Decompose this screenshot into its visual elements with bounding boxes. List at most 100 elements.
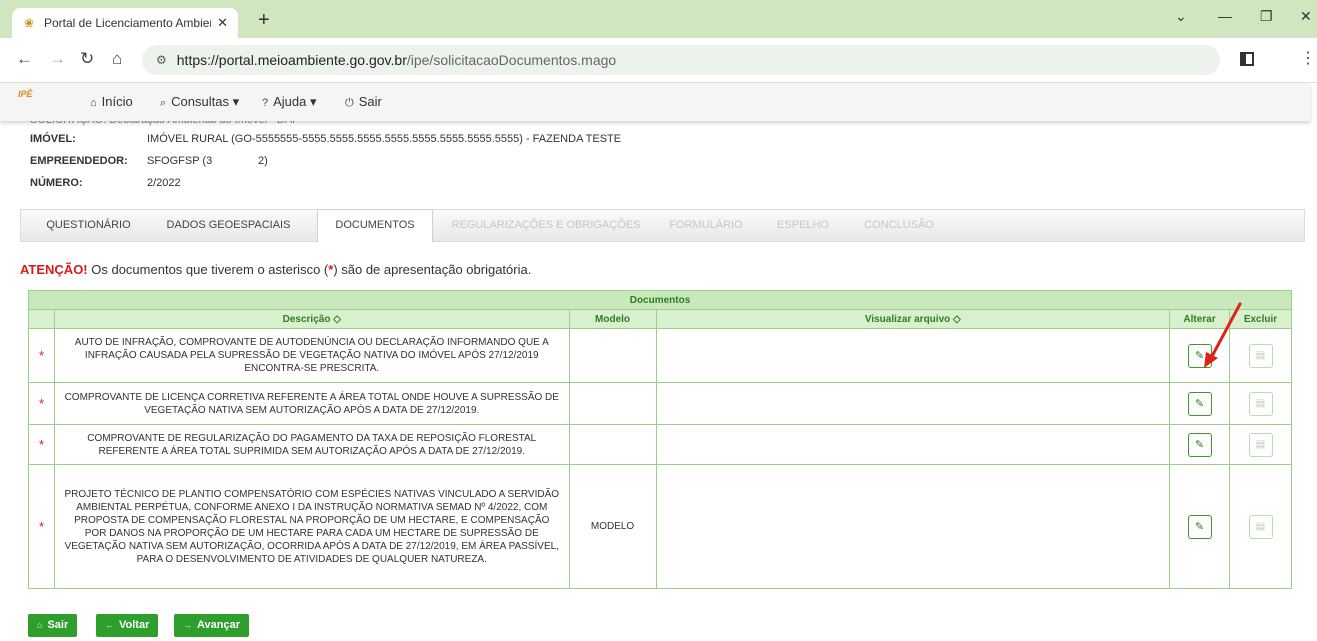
table-row: * COMPROVANTE DE REGULARIZAÇÃO DO PAGAME… — [28, 424, 1292, 465]
warning-prefix: ATENÇÃO! — [20, 262, 88, 277]
required-star: * — [28, 464, 55, 589]
document-model — [568, 382, 657, 425]
warning-text-2: ) são de apresentação obrigatória. — [333, 262, 532, 277]
minimize-icon[interactable]: — — [1218, 8, 1232, 24]
sair-label: Sair — [47, 619, 69, 631]
document-description: AUTO DE INFRAÇÃO, COMPROVANTE DE AUTODEN… — [53, 328, 570, 383]
tab-dados-geoespaciais[interactable]: DADOS GEOESPACIAIS — [151, 210, 306, 241]
ipe-logo[interactable]: IPÊ — [18, 89, 33, 99]
tab-formulario: FORMULÁRIO — [669, 219, 743, 231]
empreendedor-label: EMPREENDEDOR: — [30, 155, 128, 167]
pencil-icon: ✎ — [1194, 520, 1205, 533]
numero-row: NÚMERO: 2/2022 — [30, 177, 181, 189]
table-row: * PROJETO TÉCNICO DE PLANTIO COMPENSATÓR… — [28, 464, 1292, 589]
arrow-left-icon: ← — [105, 620, 114, 630]
browser-tab[interactable]: ❀ Portal de Licenciamento Ambien ✕ — [12, 8, 238, 38]
nav-ajuda[interactable]: ? Ajuda ▾ — [262, 94, 317, 110]
close-window-icon[interactable]: ✕ — [1300, 8, 1312, 25]
trash-icon: ▤ — [1255, 438, 1266, 450]
empreendedor-value: SFOGFSP (3 2) — [147, 155, 268, 167]
nav-sair[interactable]: ⏻ Sair — [345, 94, 382, 110]
required-column-header — [28, 309, 55, 329]
pencil-icon: ✎ — [1194, 397, 1205, 410]
voltar-label: Voltar — [119, 619, 150, 631]
tab-search-icon[interactable]: ⌄ — [1175, 8, 1187, 25]
edit-button[interactable]: ✎ — [1187, 432, 1212, 457]
home-icon[interactable]: ⌂ — [112, 50, 122, 68]
browser-tabbar: ❀ Portal de Licenciamento Ambien ✕ + ⌄ —… — [0, 0, 1317, 38]
document-description: COMPROVANTE DE REGULARIZAÇÃO DO PAGAMENT… — [53, 424, 570, 465]
process-tabs: QUESTIONÁRIO DADOS GEOESPACIAIS DOCUMENT… — [20, 209, 1305, 242]
delete-button: ▤ — [1248, 432, 1273, 457]
document-model-link[interactable]: MODELO — [568, 464, 657, 589]
document-description: PROJETO TÉCNICO DE PLANTIO COMPENSATÓRIO… — [53, 464, 570, 589]
tab-close-icon[interactable]: ✕ — [217, 15, 228, 31]
nav-consultas[interactable]: ⌕ Consultas ▾ — [160, 94, 239, 110]
sidebar-toggle-icon[interactable] — [1240, 52, 1254, 66]
sair-button[interactable]: ⌂ Sair — [28, 614, 78, 637]
numero-value: 2/2022 — [147, 177, 181, 189]
address-bar[interactable]: ⚙ https://portal.meioambiente.go.gov.br /… — [142, 45, 1220, 75]
url-path: /ipe/solicitacaoDocumentos.mago — [406, 52, 617, 68]
empreendedor-row: EMPREENDEDOR: SFOGFSP (3 2) — [30, 155, 268, 167]
nav-ajuda-label: Ajuda ▾ — [273, 94, 317, 109]
required-star: * — [28, 424, 55, 465]
home-icon: ⌂ — [90, 97, 97, 109]
nav-inicio-label: Início — [101, 94, 133, 109]
document-file-cell — [655, 464, 1171, 589]
required-warning: ATENÇÃO! Os documentos que tiverem o ast… — [20, 262, 531, 277]
document-file-cell — [655, 328, 1171, 383]
delete-button: ▤ — [1248, 343, 1273, 368]
trash-icon: ▤ — [1255, 520, 1266, 532]
nav-sair-label: Sair — [358, 94, 382, 109]
edit-button[interactable]: ✎ — [1187, 391, 1212, 416]
tab-questionario[interactable]: QUESTIONÁRIO — [31, 210, 146, 241]
nav-inicio[interactable]: ⌂ Início — [90, 94, 133, 109]
document-file-cell — [655, 382, 1171, 425]
document-description: COMPROVANTE DE LICENÇA CORRETIVA REFEREN… — [53, 382, 570, 425]
trash-icon: ▤ — [1255, 397, 1266, 409]
header-visualizar[interactable]: Visualizar arquivo ◇ — [655, 309, 1171, 329]
table-row: * AUTO DE INFRAÇÃO, COMPROVANTE DE AUTOD… — [28, 328, 1292, 383]
avancar-button[interactable]: → Avançar — [174, 614, 250, 637]
power-icon: ⏻ — [345, 97, 354, 109]
delete-button: ▤ — [1248, 391, 1273, 416]
documents-table: Documentos Descrição ◇ Modelo Visualizar… — [28, 290, 1292, 589]
document-model — [568, 328, 657, 383]
new-tab-button[interactable]: + — [258, 9, 270, 31]
header-descricao[interactable]: Descrição ◇ — [53, 309, 570, 329]
table-caption: Documentos — [28, 290, 1292, 310]
browser-toolbar: ← → ↻ ⌂ ⚙ https://portal.meioambiente.go… — [0, 38, 1317, 83]
numero-label: NÚMERO: — [30, 177, 83, 189]
restore-icon[interactable]: ❐ — [1260, 8, 1273, 25]
pencil-icon: ✎ — [1194, 438, 1205, 451]
back-icon[interactable]: ← — [16, 50, 33, 68]
annotation-arrow-icon — [1204, 302, 1242, 368]
tab-espelho: ESPELHO — [777, 219, 829, 231]
warning-text-1: Os documentos que tiverem o asterisco ( — [87, 262, 329, 277]
imovel-label: IMÓVEL: — [30, 133, 76, 145]
url-host: https://portal.meioambiente.go.gov.br — [176, 52, 407, 68]
app-navbar: IPÊ ⌂ Início ⌕ Consultas ▾ ? Ajuda ▾ ⏻ Sair — [0, 83, 1310, 121]
document-model — [568, 424, 657, 465]
trash-icon: ▤ — [1255, 349, 1266, 361]
reload-icon[interactable]: ↻ — [80, 50, 94, 68]
tab-title: Portal de Licenciamento Ambien — [44, 16, 212, 30]
table-row: * COMPROVANTE DE LICENÇA CORRETIVA REFER… — [28, 382, 1292, 425]
browser-menu-icon[interactable]: ⋮ — [1300, 48, 1316, 68]
home-icon: ⌂ — [37, 620, 43, 630]
imovel-value: IMÓVEL RURAL (GO-5555555-5555.5555.5555.… — [147, 133, 622, 145]
edit-button[interactable]: ✎ — [1187, 514, 1212, 539]
search-icon: ⌕ — [160, 97, 167, 109]
avancar-label: Avançar — [197, 619, 241, 631]
document-file-cell — [655, 424, 1171, 465]
voltar-button[interactable]: ← Voltar — [96, 614, 159, 637]
nav-consultas-label: Consultas ▾ — [171, 94, 240, 109]
tab-documentos[interactable]: DOCUMENTOS — [317, 209, 433, 242]
help-icon: ? — [262, 97, 269, 109]
site-info-icon[interactable]: ⚙ — [156, 53, 167, 67]
header-modelo: Modelo — [568, 309, 657, 329]
forward-icon[interactable]: → — [49, 50, 66, 68]
imovel-row: IMÓVEL: IMÓVEL RURAL (GO-5555555-5555.555… — [30, 133, 621, 145]
arrow-right-icon: → — [183, 620, 192, 630]
